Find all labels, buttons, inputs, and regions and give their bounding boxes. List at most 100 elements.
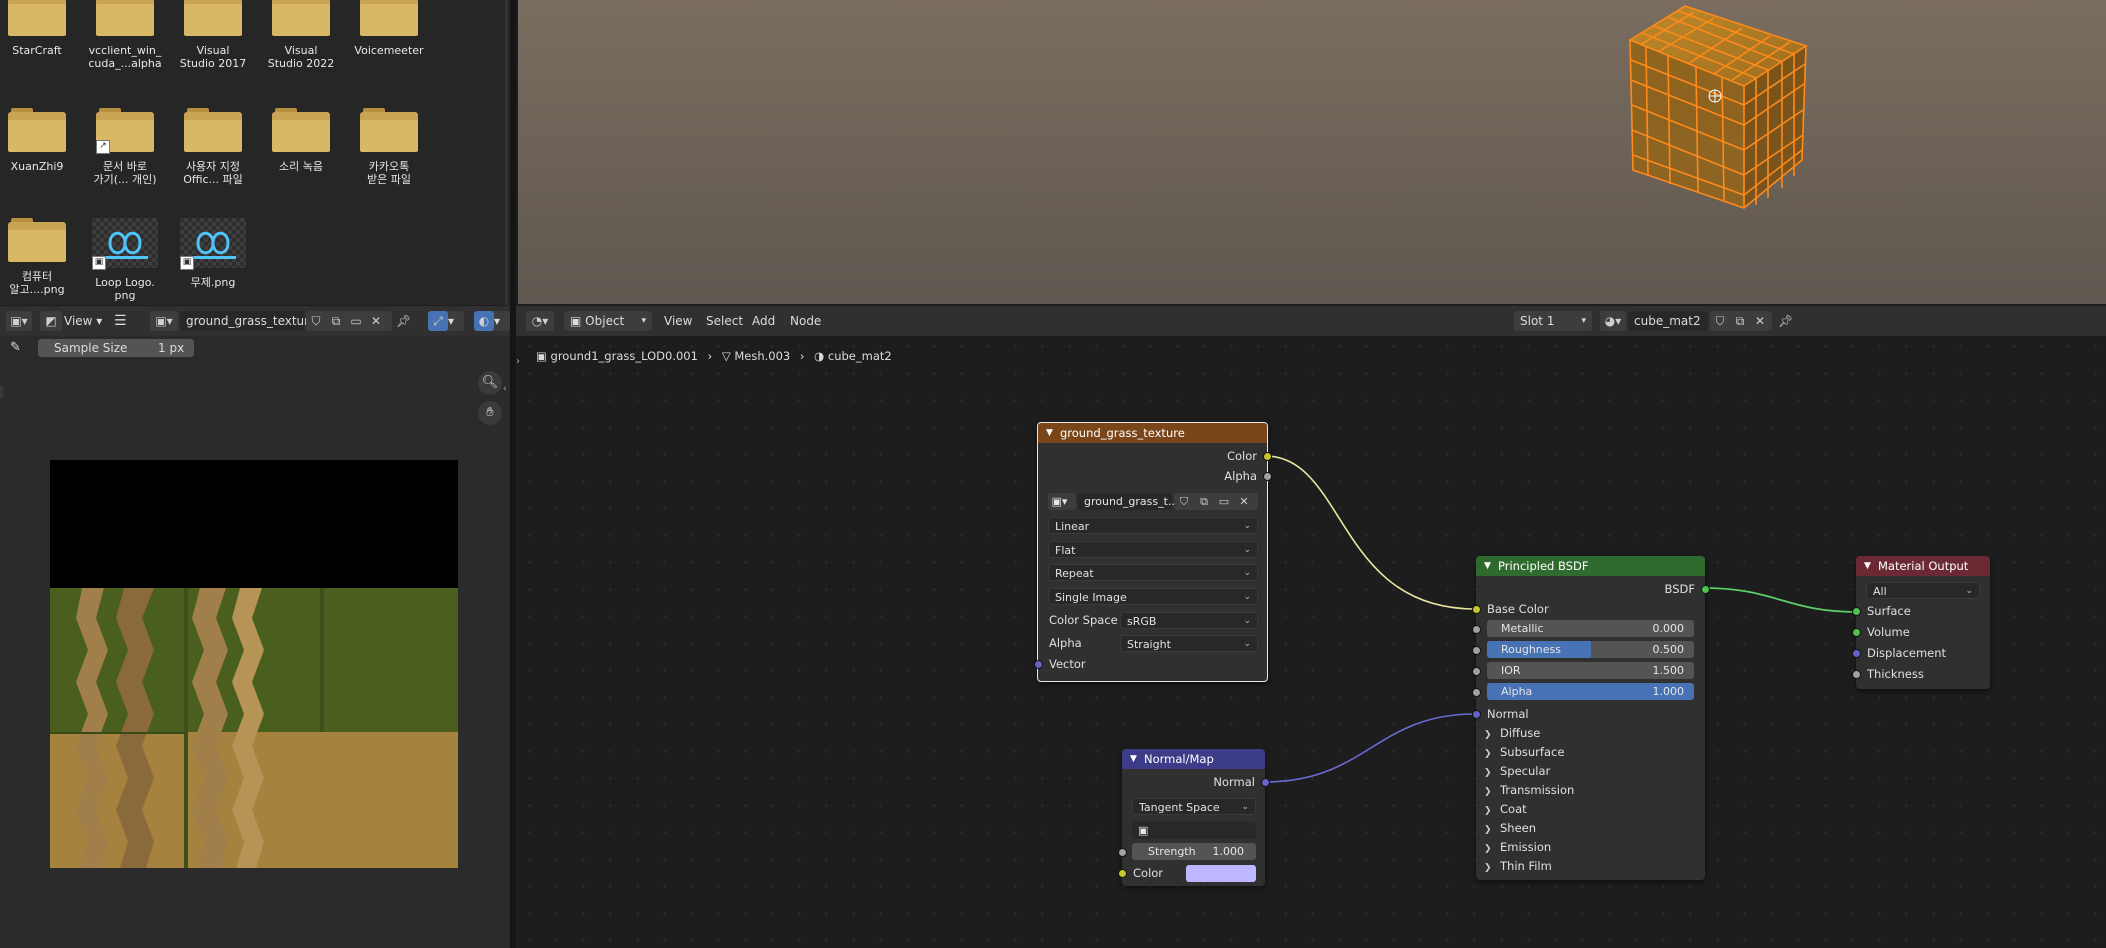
input-metallic-socket[interactable] [1472, 625, 1481, 634]
input-normal-socket[interactable] [1472, 710, 1481, 719]
sidebar-expand-arrow-icon[interactable]: › [516, 356, 520, 367]
editor-type-icon[interactable]: ▣▾ [6, 311, 32, 331]
hamburger-menu-icon[interactable]: ☰ [114, 311, 127, 331]
desktop-item[interactable]: 카카오톡 받은 파일 [345, 108, 433, 186]
selected-cube-mesh[interactable] [1628, 5, 1808, 209]
collapse-chevron-icon[interactable]: ▼ [1130, 749, 1137, 769]
image-browse-icon[interactable]: ▣▾ [150, 311, 178, 331]
bsdf-panel-subsurface[interactable]: ❯ Subsurface [1484, 743, 1564, 762]
input-surface-socket[interactable] [1852, 607, 1861, 616]
normal-space-dropdown[interactable]: Tangent Space ⌄ [1132, 798, 1256, 815]
material-slot-dropdown[interactable]: Slot 1 ▾ [1514, 311, 1592, 331]
output-normal-socket[interactable] [1261, 778, 1270, 787]
node-unlink-icon[interactable]: ✕ [1234, 493, 1254, 510]
pan-hand-icon[interactable]: ✋︎ [478, 401, 502, 425]
desktop-item[interactable]: XuanZhi9 [0, 108, 81, 173]
input-strength-socket[interactable] [1118, 848, 1127, 857]
view-mode-icon[interactable]: ◩ [40, 311, 62, 331]
duplicate-icon[interactable]: ⧉ [326, 311, 346, 331]
input-displacement-socket[interactable] [1852, 649, 1861, 658]
menu-view[interactable]: View [664, 311, 692, 331]
normal-map-header[interactable]: ▼ Normal/Map [1122, 749, 1265, 769]
output-target-dropdown[interactable]: All ⌄ [1866, 582, 1980, 599]
node-image-name-field[interactable]: ground_grass_t... [1078, 493, 1178, 510]
material-name-field[interactable]: cube_mat2 [1628, 311, 1708, 331]
desktop-item[interactable]: StarCraft [0, 0, 81, 57]
node-open-icon[interactable]: ▭ [1214, 493, 1234, 510]
desktop-item[interactable]: vcclient_win_ cuda_...alpha [81, 0, 169, 70]
close-icon[interactable]: ✕ [366, 311, 386, 331]
sidebar-toggle-arrow-icon[interactable]: ‹ [503, 384, 507, 394]
alpha-field[interactable]: Alpha 1.000 [1487, 683, 1694, 700]
file-browser-scrollbar[interactable] [505, 0, 508, 305]
material-unlink-icon[interactable]: ✕ [1750, 311, 1770, 331]
collapse-chevron-icon[interactable]: ▼ [1864, 556, 1871, 576]
bsdf-panel-thin-film[interactable]: ❯ Thin Film [1484, 857, 1552, 876]
bsdf-panel-coat[interactable]: ❯ Coat [1484, 800, 1527, 819]
output-bsdf-socket[interactable] [1701, 585, 1710, 594]
bsdf-panel-emission[interactable]: ❯ Emission [1484, 838, 1551, 857]
desktop-item[interactable]: ▣ 무제.png [169, 218, 257, 289]
input-color-socket[interactable] [1118, 869, 1127, 878]
node-pin-icon[interactable]: 📌︎ [1778, 311, 1793, 331]
ior-field[interactable]: IOR 1.500 [1487, 662, 1694, 679]
image-name-field[interactable]: ground_grass_texture [180, 311, 316, 331]
input-volume-socket[interactable] [1852, 628, 1861, 637]
material-output-node[interactable]: ▼ Material Output All ⌄ Surface Volume Dis… [1852, 556, 1990, 689]
projection-dropdown[interactable]: Flat ⌄ [1048, 541, 1258, 558]
bsdf-node-header[interactable]: ▼ Principled BSDF [1476, 556, 1705, 576]
desktop-item[interactable]: 컴퓨터 알고....png [0, 218, 81, 296]
uv-sync-icon[interactable]: ⤢ ▾ [428, 311, 464, 331]
bsdf-panel-transmission[interactable]: ❯ Transmission [1484, 781, 1574, 800]
input-base-color-socket[interactable] [1472, 605, 1481, 614]
eyedropper-icon[interactable]: ✎ [10, 338, 21, 358]
menu-select[interactable]: Select [706, 311, 743, 331]
collapse-chevron-icon[interactable]: ▼ [1484, 556, 1491, 576]
menu-node[interactable]: Node [790, 311, 821, 331]
desktop-item[interactable]: 사용자 지정 Offic... 파일 [169, 108, 257, 186]
image-view-menu[interactable]: View ▾ [64, 311, 102, 331]
interpolation-dropdown[interactable]: Linear ⌄ [1048, 517, 1258, 534]
desktop-item[interactable]: ↗ 문서 바로 가기(... 개인) [81, 108, 169, 186]
image-texture-node-header[interactable]: ▼ ground_grass_texture [1038, 423, 1267, 443]
sample-size-field[interactable]: Sample Size 1 px [38, 339, 194, 357]
node-fake-user-icon[interactable]: ⛉ [1174, 493, 1194, 510]
bsdf-panel-specular[interactable]: ❯ Specular [1484, 762, 1550, 781]
source-dropdown[interactable]: Single Image ⌄ [1048, 588, 1258, 605]
metallic-field[interactable]: Metallic 0.000 [1487, 620, 1694, 637]
fake-user-shield-icon[interactable]: ⛉ [306, 311, 326, 331]
desktop-item[interactable]: Voicemeeter [345, 0, 433, 57]
desktop-item[interactable]: Visual Studio 2022 [257, 0, 345, 70]
desktop-item[interactable]: 소리 녹음 [257, 108, 345, 173]
material-output-header[interactable]: ▼ Material Output [1856, 556, 1990, 576]
toolbar-collapse-handle[interactable] [0, 386, 3, 398]
strength-field[interactable]: Strength 1.000 [1132, 843, 1256, 860]
bsdf-panel-diffuse[interactable]: ❯ Diffuse [1484, 724, 1540, 743]
input-roughness-socket[interactable] [1472, 646, 1481, 655]
node-duplicate-icon[interactable]: ⧉ [1194, 493, 1214, 510]
input-vector-socket[interactable] [1034, 660, 1043, 669]
color-space-dropdown[interactable]: sRGB ⌄ [1120, 612, 1258, 629]
input-ior-socket[interactable] [1472, 667, 1481, 676]
pin-icon[interactable]: 📌︎ [396, 311, 411, 331]
desktop-item[interactable]: Visual Studio 2017 [169, 0, 257, 70]
node-editor-type-icon[interactable]: ◔▾ [526, 311, 554, 331]
collapse-chevron-icon[interactable]: ▼ [1046, 423, 1053, 443]
normal-map-node[interactable]: ▼ Normal/Map Normal Tangent Space ⌄ ▣ Stre… [1118, 749, 1270, 886]
texture-canvas[interactable] [50, 460, 458, 868]
output-color-socket[interactable] [1263, 452, 1272, 461]
open-folder-icon[interactable]: ▭ [346, 311, 366, 331]
extension-dropdown[interactable]: Repeat ⌄ [1048, 564, 1258, 581]
input-thickness-socket[interactable] [1852, 670, 1861, 679]
image-texture-node[interactable]: ▼ ground_grass_texture Color Alpha ▣▾ gro… [1034, 422, 1272, 682]
overlay-icon[interactable]: ◐ ▾ [474, 311, 510, 331]
material-duplicate-icon[interactable]: ⧉ [1730, 311, 1750, 331]
roughness-field[interactable]: Roughness 0.500 [1487, 641, 1694, 658]
material-browse-icon[interactable]: ◕▾ [1600, 311, 1626, 331]
3d-viewport[interactable] [518, 0, 2106, 304]
material-fake-user-icon[interactable]: ⛉ [1710, 311, 1730, 331]
input-alpha-socket[interactable] [1472, 688, 1481, 697]
desktop-item[interactable]: ▣ Loop Logo. png [81, 218, 169, 302]
object-mode-dropdown[interactable]: ▣ Object ▾ [564, 311, 652, 331]
alpha-mode-dropdown[interactable]: Straight ⌄ [1120, 635, 1258, 652]
